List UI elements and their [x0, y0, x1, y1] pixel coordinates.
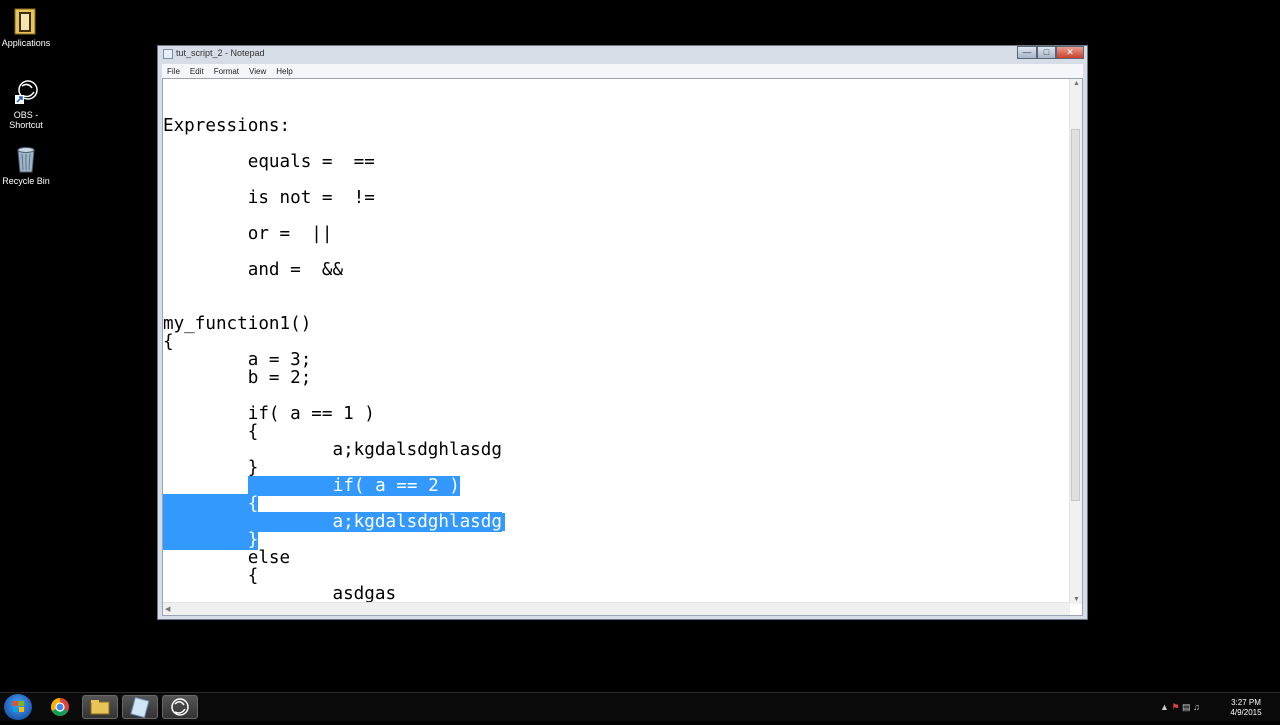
start-button[interactable]	[4, 694, 32, 720]
minimize-icon: —	[1022, 47, 1032, 57]
editor-line: else	[163, 548, 291, 568]
editor-line-selected: {	[163, 494, 259, 514]
horizontal-scrollbar[interactable]: ◀	[163, 602, 1070, 615]
desktop-icon-applications[interactable]: Applications	[0, 6, 52, 48]
notepad-icon	[163, 49, 173, 59]
desktop-icon-label: Applications	[1, 38, 51, 48]
editor-line: }	[163, 458, 259, 478]
show-hidden-icons-icon[interactable]: ▲	[1160, 702, 1169, 712]
recycle-bin-icon	[12, 144, 40, 174]
taskbar-explorer-button[interactable]	[82, 695, 118, 719]
taskbar: ▲ ⚑ ▤ ♫ 3:27 PM 4/9/2015	[0, 692, 1280, 721]
editor-line: asdgas	[163, 584, 397, 604]
editor-line: {	[163, 566, 259, 586]
close-icon: ✕	[1066, 47, 1074, 57]
selected-text: a;kgdalsdghlasdg	[163, 512, 502, 532]
chrome-icon	[51, 698, 69, 716]
clock[interactable]: 3:27 PM 4/9/2015	[1226, 698, 1266, 718]
minimize-button[interactable]: —	[1017, 46, 1037, 59]
menu-file[interactable]: File	[162, 64, 185, 76]
taskbar-chrome-button[interactable]	[42, 695, 78, 719]
close-button[interactable]: ✕	[1056, 46, 1084, 59]
editor-line: is not = !=	[163, 188, 375, 208]
maximize-button[interactable]: □	[1037, 46, 1056, 59]
notepad-icon	[130, 696, 150, 719]
window-title: tut_script_2 - Notepad	[176, 48, 265, 58]
desktop-icon-label: OBS - Shortcut	[9, 110, 43, 130]
flag-icon[interactable]: ⚑	[1171, 702, 1179, 712]
menu-edit[interactable]: Edit	[185, 64, 209, 76]
vertical-scrollbar[interactable]: ▲ ▼	[1069, 79, 1082, 604]
desktop-icon-obs-shortcut[interactable]: OBS - Shortcut	[0, 78, 52, 130]
desktop-icon-recycle-bin[interactable]: Recycle Bin	[0, 144, 52, 186]
text-editor[interactable]: Expressions: equals = == is not = != or …	[162, 78, 1083, 616]
title-bar[interactable]: tut_script_2 - Notepad — □ ✕	[158, 46, 1087, 62]
folder-icon	[90, 700, 110, 715]
obs-icon	[171, 698, 189, 716]
menu-help[interactable]: Help	[271, 64, 297, 76]
editor-line: and = &&	[163, 260, 344, 280]
editor-line: my_function1()	[163, 314, 312, 334]
clock-time: 3:27 PM	[1231, 698, 1261, 707]
menu-format[interactable]: Format	[209, 64, 244, 76]
network-icon[interactable]: ▤	[1182, 702, 1191, 712]
folder-icon	[12, 6, 40, 36]
editor-line: equals = ==	[163, 152, 375, 172]
editor-line-selected: a;kgdalsdghlasdg	[163, 512, 502, 532]
editor-line: a;kgdalsdghlasdg	[163, 440, 502, 460]
selected-text: }	[163, 530, 259, 550]
windows-logo-icon	[13, 701, 24, 712]
taskbar-obs-button[interactable]	[162, 695, 198, 719]
selected-text: if( a == 2 )	[248, 476, 460, 496]
editor-line: a = 3;	[163, 350, 312, 370]
scroll-up-icon[interactable]: ▲	[1073, 80, 1080, 87]
system-tray: ▲ ⚑ ▤ ♫	[1160, 702, 1200, 713]
menu-bar: File Edit Format View Help	[162, 64, 1083, 78]
scroll-left-icon[interactable]: ◀	[165, 605, 170, 613]
editor-line-selected: }	[163, 530, 259, 550]
taskbar-notepad-button[interactable]	[122, 695, 158, 719]
selected-text: {	[163, 494, 259, 514]
scroll-down-icon[interactable]: ▼	[1073, 596, 1080, 603]
editor-line: {	[163, 422, 259, 442]
editor-line: {	[163, 332, 174, 352]
editor-line: b = 2;	[163, 368, 312, 388]
obs-icon	[12, 78, 40, 108]
menu-view[interactable]: View	[244, 64, 271, 76]
editor-line-selected: if( a == 2 )	[248, 476, 460, 496]
clock-date: 4/9/2015	[1230, 708, 1262, 717]
editor-line: Expressions:	[163, 116, 291, 136]
editor-line: if( a == 1 )	[163, 404, 375, 424]
editor-line: or = ||	[163, 224, 333, 244]
notepad-window: tut_script_2 - Notepad — □ ✕ File Edit For…	[157, 45, 1088, 620]
volume-icon[interactable]: ♫	[1193, 702, 1200, 712]
scrollbar-thumb[interactable]	[1071, 129, 1080, 501]
desktop-icon-label: Recycle Bin	[2, 176, 50, 186]
maximize-icon: □	[1043, 47, 1050, 57]
